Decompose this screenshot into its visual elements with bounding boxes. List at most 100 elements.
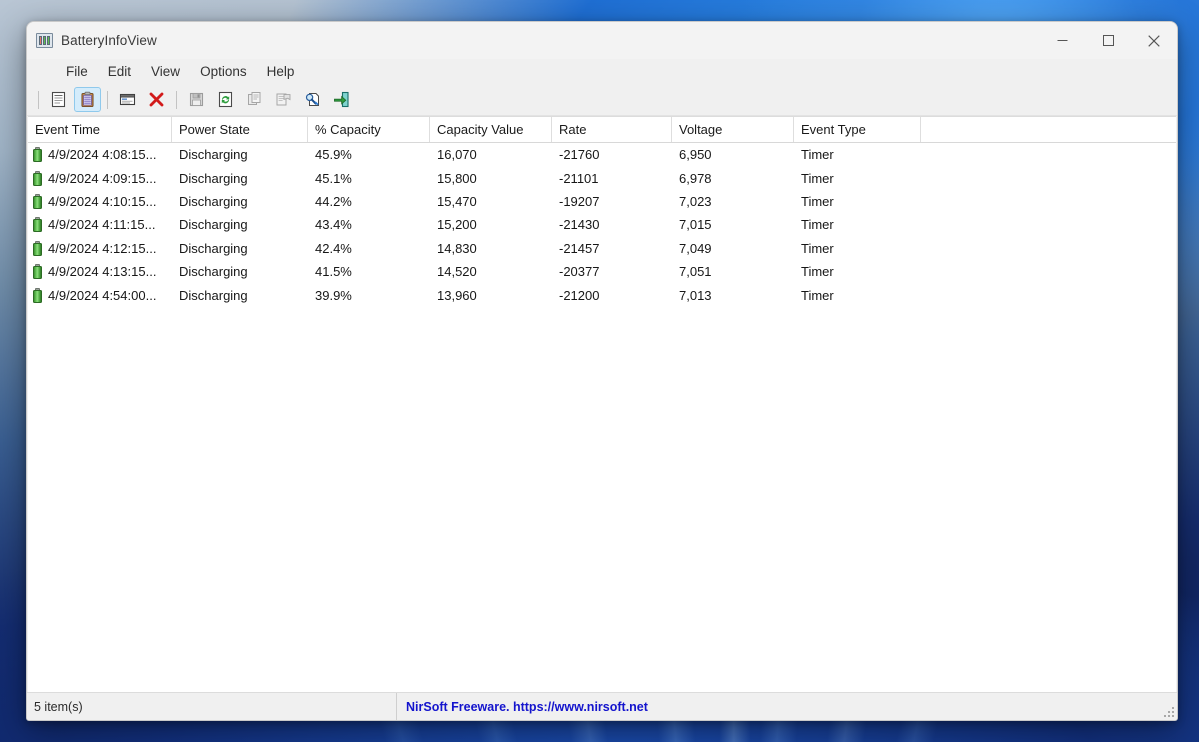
list-header-row: Event Time Power State % Capacity Capaci… (28, 117, 1176, 143)
cell-power-state: Discharging (179, 287, 248, 303)
event-time-text: 4/9/2024 4:10:15... (48, 193, 157, 209)
window-controls (1039, 22, 1177, 59)
properties-button[interactable] (114, 87, 141, 112)
column-header-capacity-value[interactable]: Capacity Value (430, 117, 552, 142)
clipboard-icon (81, 91, 94, 108)
table-row[interactable]: 4/9/2024 4:54:00... Discharging 39.9% 13,96… (28, 283, 1176, 306)
copy-button[interactable] (241, 87, 268, 112)
cell-power-state: Discharging (179, 264, 248, 280)
cell-rate: -21457 (559, 240, 600, 256)
cell-capacity-value: 15,800 (437, 170, 477, 186)
cell-event-time: 4/9/2024 4:11:15... (28, 217, 172, 233)
battery-icon (33, 170, 42, 186)
window-properties-icon (119, 93, 136, 106)
title-bar-left: BatteryInfoView (27, 33, 157, 48)
cell-power-state: Discharging (179, 240, 248, 256)
status-item-count: 5 item(s) (34, 699, 83, 714)
battery-bars-icon (36, 33, 53, 48)
cell-rate: -21760 (559, 147, 600, 163)
delete-button[interactable] (143, 87, 170, 112)
table-row[interactable]: 4/9/2024 4:11:15... Discharging 43.4% 15,20… (28, 213, 1176, 236)
cell-power-state: Discharging (179, 170, 248, 186)
cell-rate: -21430 (559, 217, 600, 233)
exit-door-icon (334, 91, 349, 108)
event-time-text: 4/9/2024 4:08:15... (48, 147, 157, 163)
refresh-page-icon (218, 91, 233, 108)
cell-capacity-value: 15,200 (437, 217, 477, 233)
cell-percent-capacity: 41.5% (315, 264, 352, 280)
toolbar (27, 84, 1177, 116)
cell-voltage: 7,049 (679, 240, 712, 256)
battery-icon (33, 264, 42, 280)
close-button[interactable] (1131, 22, 1177, 59)
close-icon (1148, 34, 1160, 47)
title-bar: BatteryInfoView (27, 22, 1177, 59)
column-header-rate[interactable]: Rate (552, 117, 672, 142)
status-link-cell[interactable]: NirSoft Freeware. https://www.nirsoft.ne… (396, 693, 1177, 720)
cell-power-state: Discharging (179, 193, 248, 209)
menu-item-options[interactable]: Options (191, 62, 256, 82)
menu-item-help[interactable]: Help (258, 62, 304, 82)
event-time-text: 4/9/2024 4:11:15... (48, 217, 156, 233)
toolbar-separator (38, 90, 39, 109)
table-row[interactable]: 4/9/2024 4:12:15... Discharging 42.4% 14,83… (28, 237, 1176, 260)
cell-voltage: 6,950 (679, 147, 712, 163)
event-time-text: 4/9/2024 4:54:00... (48, 287, 157, 303)
cell-event-time: 4/9/2024 4:54:00... (28, 287, 172, 303)
cell-capacity-value: 16,070 (437, 147, 477, 163)
menu-item-view[interactable]: View (142, 62, 189, 82)
cell-event-time: 4/9/2024 4:09:15... (28, 170, 172, 186)
magnifier-page-icon (305, 93, 319, 106)
red-x-icon (149, 92, 164, 107)
column-header-percent-capacity[interactable]: % Capacity (308, 117, 430, 142)
toolbar-separator (107, 90, 108, 109)
cell-voltage: 7,051 (679, 264, 712, 280)
cell-power-state: Discharging (179, 147, 248, 163)
table-row[interactable]: 4/9/2024 4:09:15... Discharging 45.1% 15,80… (28, 166, 1176, 189)
save-button[interactable] (183, 87, 210, 112)
minimize-button[interactable] (1039, 22, 1085, 59)
cell-percent-capacity: 45.9% (315, 147, 352, 163)
column-header-power-state[interactable]: Power State (172, 117, 308, 142)
menu-item-edit[interactable]: Edit (99, 62, 140, 82)
table-row[interactable]: 4/9/2024 4:13:15... Discharging 41.5% 14,52… (28, 260, 1176, 283)
exit-button[interactable] (328, 87, 355, 112)
cell-capacity-value: 15,470 (437, 193, 477, 209)
battery-icon (33, 240, 42, 256)
menu-item-file[interactable]: File (57, 62, 97, 82)
find-button[interactable] (299, 87, 326, 112)
resize-grip[interactable] (1162, 705, 1174, 717)
cell-percent-capacity: 39.9% (315, 287, 352, 303)
event-time-text: 4/9/2024 4:13:15... (48, 264, 157, 280)
floppy-disk-icon (189, 92, 204, 107)
cell-percent-capacity: 42.4% (315, 240, 352, 256)
page-report-icon (276, 93, 291, 106)
nirsoft-link[interactable]: NirSoft Freeware. https://www.nirsoft.ne… (406, 700, 648, 714)
battery-log-view-button[interactable] (74, 87, 101, 112)
battery-icon (33, 193, 42, 209)
cell-rate: -21200 (559, 287, 600, 303)
battery-information-view-button[interactable] (45, 87, 72, 112)
cell-event-type: Timer (801, 193, 834, 209)
table-row[interactable]: 4/9/2024 4:08:15... Discharging 45.9% 16,07… (28, 143, 1176, 166)
column-header-event-time[interactable]: Event Time (28, 117, 172, 142)
maximize-button[interactable] (1085, 22, 1131, 59)
table-row[interactable]: 4/9/2024 4:10:15... Discharging 44.2% 15,47… (28, 190, 1176, 213)
cell-rate: -21101 (559, 170, 599, 186)
cell-rate: -19207 (559, 193, 600, 209)
batteryinfoview-window: BatteryInfoView File Edit View Options H… (26, 21, 1178, 721)
document-lines-icon (51, 91, 66, 108)
column-header-event-type[interactable]: Event Type (794, 117, 921, 142)
cell-capacity-value: 14,830 (437, 240, 477, 256)
cell-event-time: 4/9/2024 4:10:15... (28, 193, 172, 209)
minimize-icon (1057, 40, 1067, 41)
battery-icon (33, 147, 42, 163)
cell-event-type: Timer (801, 170, 834, 186)
refresh-button[interactable] (212, 87, 239, 112)
cell-event-time: 4/9/2024 4:13:15... (28, 264, 172, 280)
html-report-button[interactable] (270, 87, 297, 112)
cell-event-type: Timer (801, 217, 834, 233)
cell-percent-capacity: 45.1% (315, 170, 352, 186)
cell-percent-capacity: 43.4% (315, 217, 352, 233)
column-header-voltage[interactable]: Voltage (672, 117, 794, 142)
